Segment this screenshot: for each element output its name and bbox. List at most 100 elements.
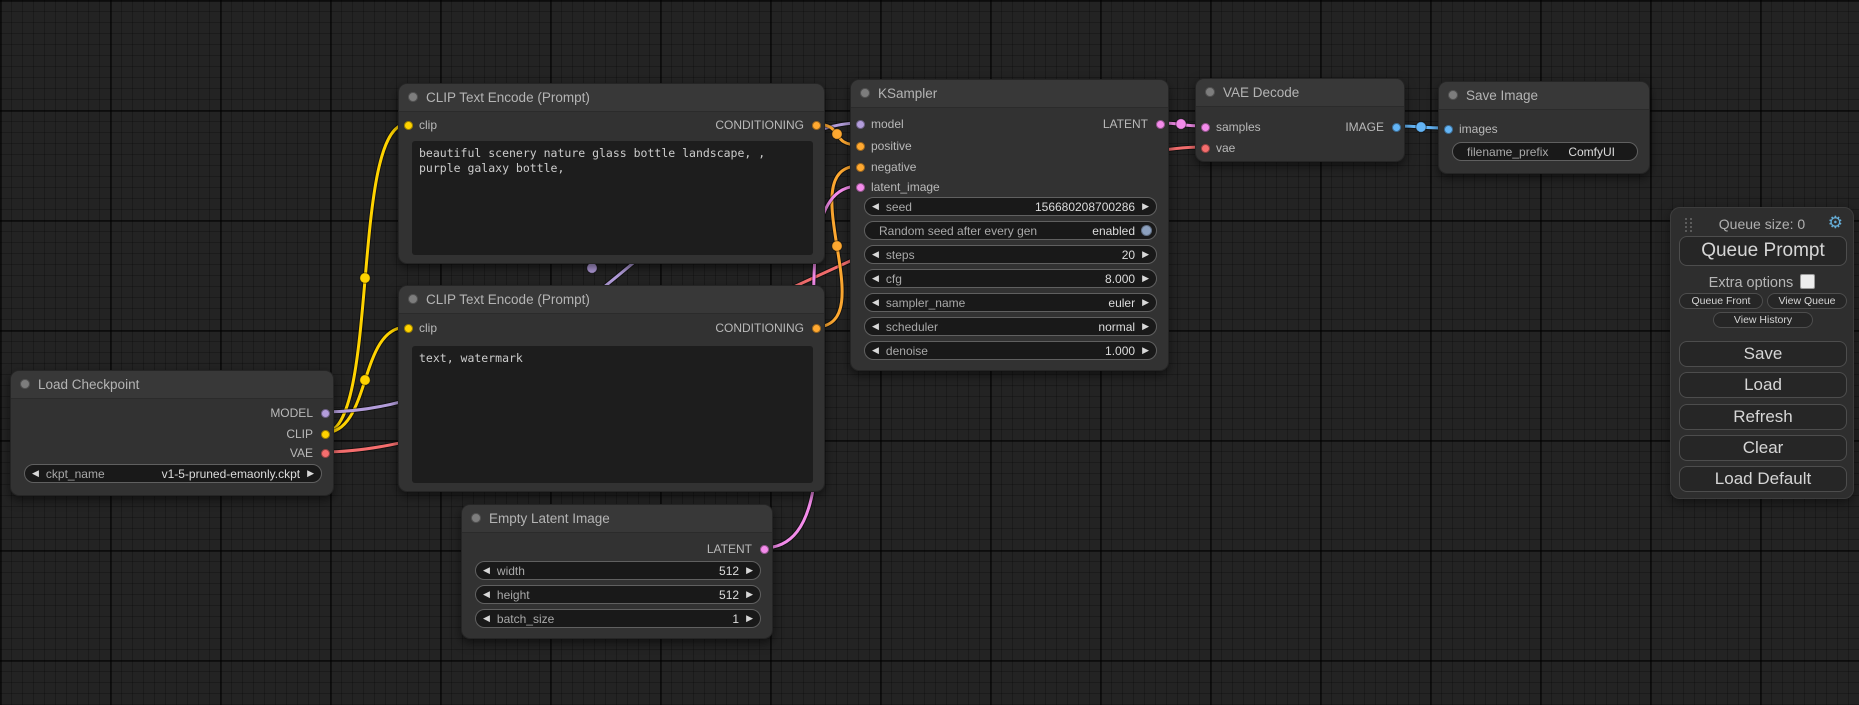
batch-size-widget[interactable]: ◀batch_size1▶ — [475, 609, 761, 628]
filename-prefix-widget[interactable]: filename_prefixComfyUI — [1452, 142, 1638, 161]
decrement-arrow-icon[interactable]: ◀ — [865, 318, 886, 335]
width-widget[interactable]: ◀width512▶ — [475, 561, 761, 580]
increment-arrow-icon[interactable]: ▶ — [1135, 198, 1156, 215]
latent_image-input-port[interactable] — [856, 183, 865, 192]
positive-input-port[interactable] — [856, 142, 865, 151]
widget-label: width — [497, 564, 525, 578]
node-save-image[interactable]: Save Image images filename_prefixComfyUI — [1438, 81, 1650, 174]
vae-input-port[interactable] — [1201, 144, 1210, 153]
extra-options-checkbox[interactable] — [1800, 274, 1815, 289]
output-port-label: IMAGE — [1345, 119, 1384, 135]
increment-arrow-icon[interactable]: ▶ — [739, 562, 760, 579]
increment-arrow-icon[interactable]: ▶ — [739, 610, 760, 627]
seed-widget[interactable]: ◀seed156680208700286▶ — [864, 197, 1157, 216]
denoise-widget[interactable]: ◀denoise1.000▶ — [864, 341, 1157, 360]
node-title: VAE Decode — [1223, 79, 1299, 106]
increment-arrow-icon[interactable]: ▶ — [1135, 294, 1156, 311]
collapse-dot[interactable] — [471, 513, 481, 523]
clear-button[interactable]: Clear — [1679, 435, 1847, 461]
view-queue-button[interactable]: View Queue — [1767, 293, 1847, 309]
queue-front-button[interactable]: Queue Front — [1679, 293, 1763, 309]
node-vae-decode[interactable]: VAE DecodesamplesvaeIMAGE — [1195, 78, 1405, 162]
height-widget[interactable]: ◀height512▶ — [475, 585, 761, 604]
clip-input-port[interactable] — [404, 121, 413, 130]
decrement-arrow-icon[interactable]: ◀ — [865, 342, 886, 359]
latent-output-port[interactable] — [1156, 120, 1165, 129]
input-port-label: images — [1459, 121, 1498, 137]
decrement-arrow-icon[interactable]: ◀ — [865, 294, 886, 311]
link-midpoint-dot[interactable] — [360, 273, 370, 283]
scheduler-widget[interactable]: ◀schedulernormal▶ — [864, 317, 1157, 336]
link-midpoint-dot[interactable] — [1416, 122, 1426, 132]
collapse-dot[interactable] — [1205, 87, 1215, 97]
samples-input-port[interactable] — [1201, 123, 1210, 132]
decrement-arrow-icon[interactable]: ◀ — [476, 610, 497, 627]
widget-label: Random seed after every gen — [865, 224, 1037, 238]
negative-input-port[interactable] — [856, 163, 865, 172]
increment-arrow-icon[interactable]: ▶ — [1135, 246, 1156, 263]
decrement-arrow-icon[interactable]: ◀ — [865, 246, 886, 263]
prompt-textarea[interactable]: text, watermark — [412, 346, 813, 483]
collapse-dot[interactable] — [20, 379, 30, 389]
clip-output-port[interactable] — [321, 430, 330, 439]
increment-arrow-icon[interactable]: ▶ — [1135, 318, 1156, 335]
widget-label: scheduler — [886, 320, 938, 334]
image-output-port[interactable] — [1392, 123, 1401, 132]
view-history-button[interactable]: View History — [1713, 312, 1813, 328]
refresh-button[interactable]: Refresh — [1679, 404, 1847, 430]
sampler-name-widget[interactable]: ◀sampler_nameeuler▶ — [864, 293, 1157, 312]
load-default-button[interactable]: Load Default — [1679, 466, 1847, 492]
widget-value: enabled — [1092, 224, 1135, 238]
collapse-dot[interactable] — [408, 294, 418, 304]
node-clip-text-encode-positive[interactable]: CLIP Text Encode (Prompt)clipCONDITIONIN… — [398, 83, 825, 264]
link-midpoint-dot[interactable] — [832, 241, 842, 251]
node-empty-latent-image[interactable]: Empty Latent ImageLATENT◀width512▶◀heigh… — [461, 504, 773, 639]
output-port-label: MODEL — [270, 405, 313, 421]
queue-prompt-button[interactable]: Queue Prompt — [1679, 236, 1847, 266]
conditioning-output-port[interactable] — [812, 121, 821, 130]
node-clip-text-encode-negative[interactable]: CLIP Text Encode (Prompt)clipCONDITIONIN… — [398, 285, 825, 492]
node-title: Save Image — [1466, 82, 1538, 109]
save-button[interactable]: Save — [1679, 341, 1847, 367]
increment-arrow-icon[interactable]: ▶ — [739, 586, 760, 603]
node-title: CLIP Text Encode (Prompt) — [426, 84, 590, 111]
images-input-port[interactable] — [1444, 125, 1453, 134]
node-load-checkpoint[interactable]: Load CheckpointMODELCLIPVAE◀ckpt_namev1-… — [10, 370, 334, 496]
increment-arrow-icon[interactable]: ▶ — [300, 465, 321, 482]
cfg-widget[interactable]: ◀cfg8.000▶ — [864, 269, 1157, 288]
increment-arrow-icon[interactable]: ▶ — [1135, 342, 1156, 359]
link-midpoint-dot[interactable] — [360, 375, 370, 385]
input-port-label: clip — [419, 117, 437, 133]
ckpt-name-widget[interactable]: ◀ckpt_namev1-5-pruned-emaonly.ckpt▶ — [24, 464, 322, 483]
increment-arrow-icon[interactable]: ▶ — [1135, 270, 1156, 287]
conditioning-output-port[interactable] — [812, 324, 821, 333]
steps-widget[interactable]: ◀steps20▶ — [864, 245, 1157, 264]
random-seed-after-every-gen-widget[interactable]: Random seed after every gen enabled — [864, 221, 1157, 240]
link-midpoint-dot[interactable] — [832, 129, 842, 139]
decrement-arrow-icon[interactable]: ◀ — [476, 562, 497, 579]
collapse-dot[interactable] — [408, 92, 418, 102]
decrement-arrow-icon[interactable]: ◀ — [25, 465, 46, 482]
prompt-textarea[interactable]: beautiful scenery nature glass bottle la… — [412, 141, 813, 255]
latent-output-port[interactable] — [760, 545, 769, 554]
link-midpoint-dot[interactable] — [587, 263, 597, 273]
model-output-port[interactable] — [321, 409, 330, 418]
vae-output-port[interactable] — [321, 449, 330, 458]
collapse-dot[interactable] — [1448, 90, 1458, 100]
decrement-arrow-icon[interactable]: ◀ — [476, 586, 497, 603]
widget-label: seed — [886, 200, 912, 214]
widget-value: 20 — [1122, 248, 1135, 262]
toggle-indicator-icon[interactable] — [1141, 225, 1152, 236]
decrement-arrow-icon[interactable]: ◀ — [865, 198, 886, 215]
node-ksampler[interactable]: KSamplermodelpositivenegativelatent_imag… — [850, 79, 1169, 371]
collapse-dot[interactable] — [860, 88, 870, 98]
comfyui-graph-canvas[interactable]: Load CheckpointMODELCLIPVAE◀ckpt_namev1-… — [0, 0, 1859, 705]
model-input-port[interactable] — [856, 120, 865, 129]
decrement-arrow-icon[interactable]: ◀ — [865, 270, 886, 287]
clip-input-port[interactable] — [404, 324, 413, 333]
load-button[interactable]: Load — [1679, 372, 1847, 398]
settings-gear-icon[interactable]: ⚙ — [1828, 213, 1843, 233]
node-title: KSampler — [878, 80, 937, 107]
link-midpoint-dot[interactable] — [1176, 119, 1186, 129]
widget-value: euler — [1108, 296, 1135, 310]
